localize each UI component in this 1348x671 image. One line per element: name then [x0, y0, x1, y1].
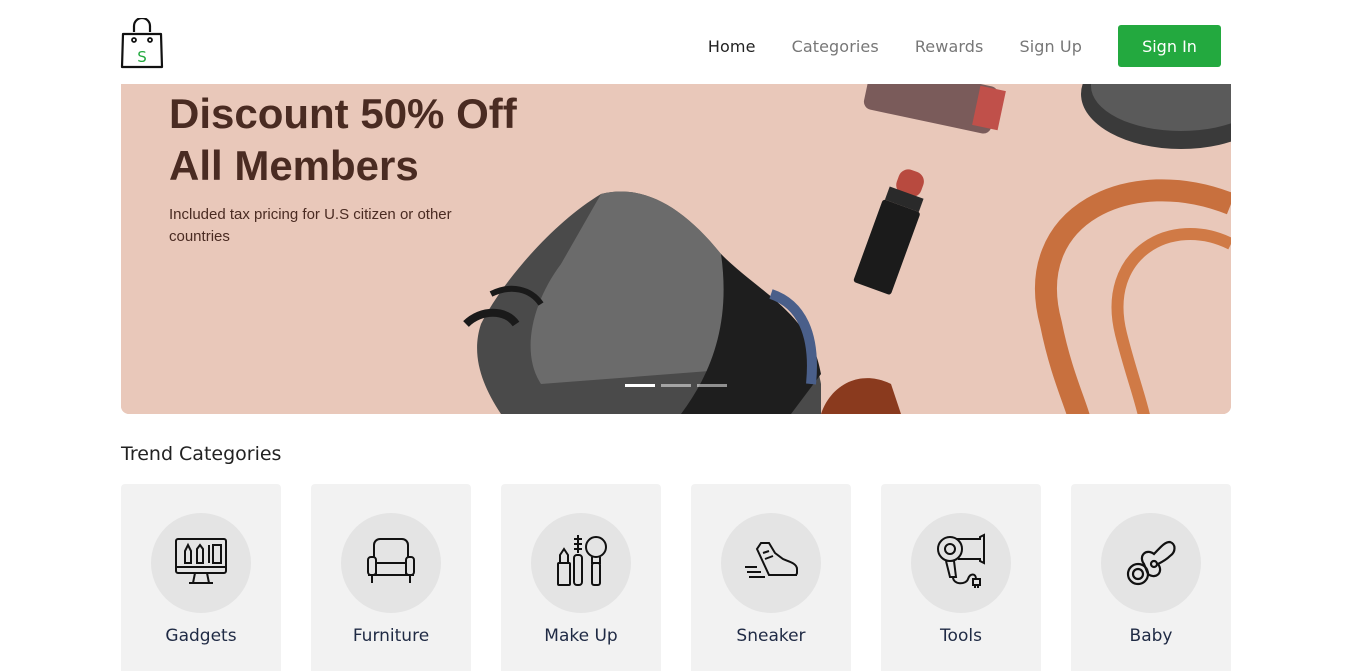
category-label: Sneaker	[736, 626, 806, 646]
category-card-tools[interactable]: Tools	[881, 484, 1041, 671]
logo-letter: S	[137, 48, 147, 66]
trend-categories-title: Trend Categories	[121, 443, 282, 465]
hero-title-line-2: All Members	[169, 142, 419, 189]
category-icon-circle	[151, 513, 251, 613]
nav-sign-up[interactable]: Sign Up	[1019, 37, 1082, 56]
hero-title-line-1: Discount 50% Off	[169, 90, 517, 137]
carousel-dot-1[interactable]	[625, 384, 655, 387]
hero-banner[interactable]: Discount 50% Off All Members Included ta…	[121, 84, 1231, 414]
category-icon-circle	[721, 513, 821, 613]
nav-categories[interactable]: Categories	[792, 37, 879, 56]
main-nav: Home Categories Rewards Sign Up Sign In	[708, 25, 1221, 67]
carousel-dot-2[interactable]	[661, 384, 691, 387]
category-card-furniture[interactable]: Furniture	[311, 484, 471, 671]
carousel-indicators	[625, 384, 727, 387]
category-label: Tools	[940, 626, 982, 646]
category-card-baby[interactable]: Baby	[1071, 484, 1231, 671]
category-list: Gadgets Furniture Make Up Sneaker Tools …	[121, 484, 1231, 671]
category-label: Gadgets	[165, 626, 237, 646]
armchair-icon	[366, 535, 416, 591]
shopping-bag-logo-icon[interactable]: S	[120, 16, 164, 70]
category-card-gadgets[interactable]: Gadgets	[121, 484, 281, 671]
makeup-icon	[554, 533, 608, 593]
nav-home[interactable]: Home	[708, 37, 756, 56]
pacifier-icon	[1124, 534, 1178, 592]
category-card-sneaker[interactable]: Sneaker	[691, 484, 851, 671]
nav-rewards[interactable]: Rewards	[915, 37, 984, 56]
category-card-make-up[interactable]: Make Up	[501, 484, 661, 671]
sneaker-icon	[743, 539, 799, 587]
category-icon-circle	[531, 513, 631, 613]
category-icon-circle	[911, 513, 1011, 613]
category-icon-circle	[341, 513, 441, 613]
category-label: Furniture	[352, 626, 430, 646]
sign-in-button[interactable]: Sign In	[1118, 25, 1221, 67]
carousel-dot-3[interactable]	[697, 384, 727, 387]
category-icon-circle	[1101, 513, 1201, 613]
monitor-icon	[173, 533, 229, 593]
category-label: Baby	[1129, 626, 1173, 646]
hair-dryer-icon	[934, 533, 988, 593]
header: S Home Categories Rewards Sign Up Sign I…	[0, 0, 1348, 84]
hero-subtitle: Included tax pricing for U.S citizen or …	[169, 206, 452, 245]
hero-title: Discount 50% Off All Members	[169, 88, 517, 192]
category-label: Make Up	[544, 626, 618, 646]
